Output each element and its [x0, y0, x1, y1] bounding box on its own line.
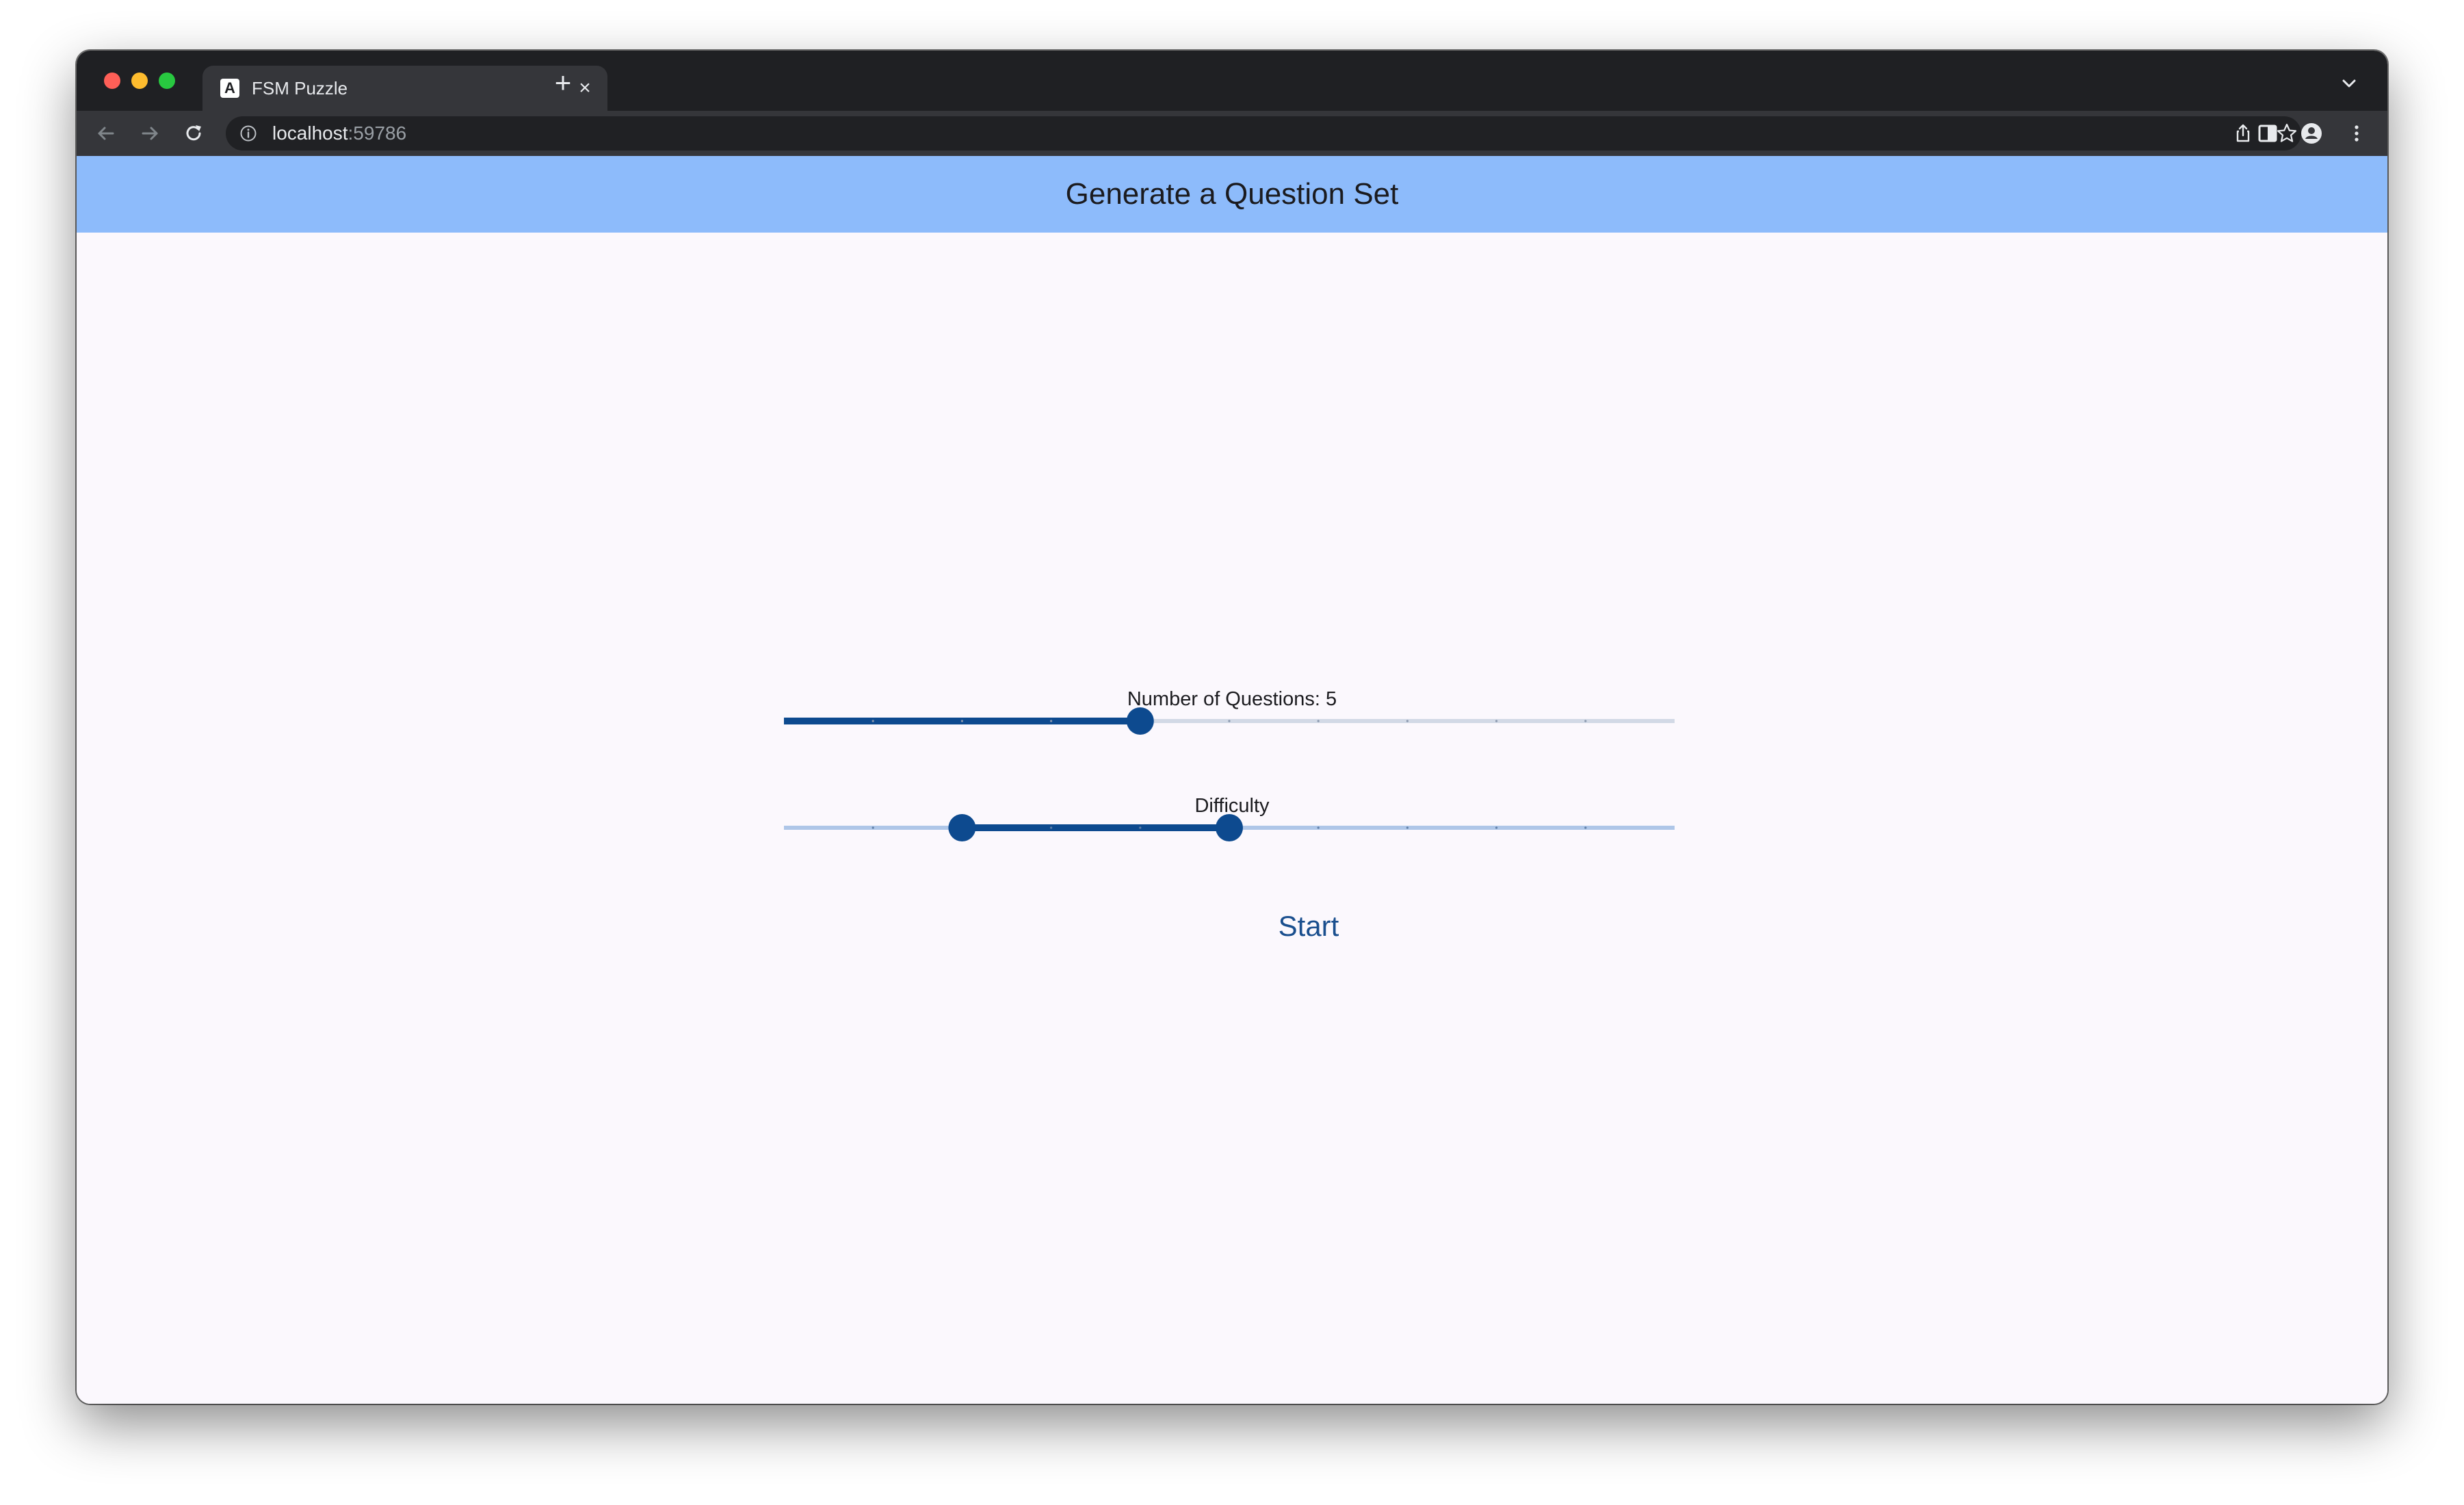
plus-icon[interactable]: + [547, 67, 579, 99]
questions-slider-graphic [784, 707, 1675, 735]
difficulty-slider-tick [1050, 826, 1053, 829]
difficulty-slider-tick [871, 826, 874, 829]
profile-icon[interactable] [2297, 119, 2326, 148]
kebab-menu-icon[interactable] [2342, 119, 2371, 148]
side-panel-icon[interactable] [2253, 119, 2282, 148]
arrow-left-icon[interactable] [92, 119, 120, 148]
difficulty-slider-start-thumb[interactable] [948, 814, 976, 841]
start-button[interactable]: Start [1211, 898, 1406, 955]
difficulty-slider-tick [1139, 826, 1142, 829]
questions-slider-tick [1495, 720, 1498, 722]
questions-slider-thumb[interactable] [1126, 707, 1154, 735]
share-icon[interactable] [2231, 122, 2255, 145]
questions-slider-tick [871, 720, 874, 722]
difficulty-slider-tick [1317, 826, 1320, 829]
questions-slider-tick [1228, 720, 1231, 722]
reload-icon[interactable] [179, 119, 208, 148]
close-window-button[interactable] [104, 73, 120, 89]
minimize-window-button[interactable] [131, 73, 148, 89]
difficulty-range-slider[interactable] [784, 807, 1675, 848]
tab-title: FSM Puzzle [252, 78, 348, 99]
browser-window: A FSM Puzzle × + localhost:59786 Generat… [77, 51, 2387, 1404]
address-bar[interactable]: localhost:59786 [226, 116, 2301, 150]
url-port: :59786 [348, 122, 407, 144]
info-icon[interactable] [239, 125, 257, 142]
difficulty-slider-graphic [784, 814, 1675, 841]
difficulty-slider-tick [1584, 826, 1587, 829]
questions-slider-tick [1317, 720, 1320, 722]
url-host: localhost [272, 122, 348, 144]
difficulty-slider-tick [1495, 826, 1498, 829]
tab-strip: A FSM Puzzle × + [77, 51, 2387, 111]
questions-slider[interactable] [784, 701, 1675, 742]
browser-toolbar: localhost:59786 [77, 111, 2387, 156]
tab-favicon-icon: A [220, 79, 239, 98]
url-text[interactable]: localhost:59786 [272, 123, 406, 144]
main-content: Number of Questions: 5 Difficulty Start [77, 233, 2387, 1404]
questions-slider-tick [1050, 720, 1053, 722]
chevron-down-icon[interactable] [2337, 71, 2361, 96]
arrow-right-icon[interactable] [135, 119, 164, 148]
questions-slider-tick [960, 720, 963, 722]
maximize-window-button[interactable] [159, 73, 175, 89]
page-title: Generate a Question Set [1065, 177, 1399, 211]
difficulty-slider-end-thumb[interactable] [1216, 814, 1243, 841]
difficulty-slider-tick [1406, 826, 1408, 829]
app-bar: Generate a Question Set [77, 156, 2387, 233]
questions-slider-tick [1584, 720, 1587, 722]
questions-slider-tick [1406, 720, 1408, 722]
